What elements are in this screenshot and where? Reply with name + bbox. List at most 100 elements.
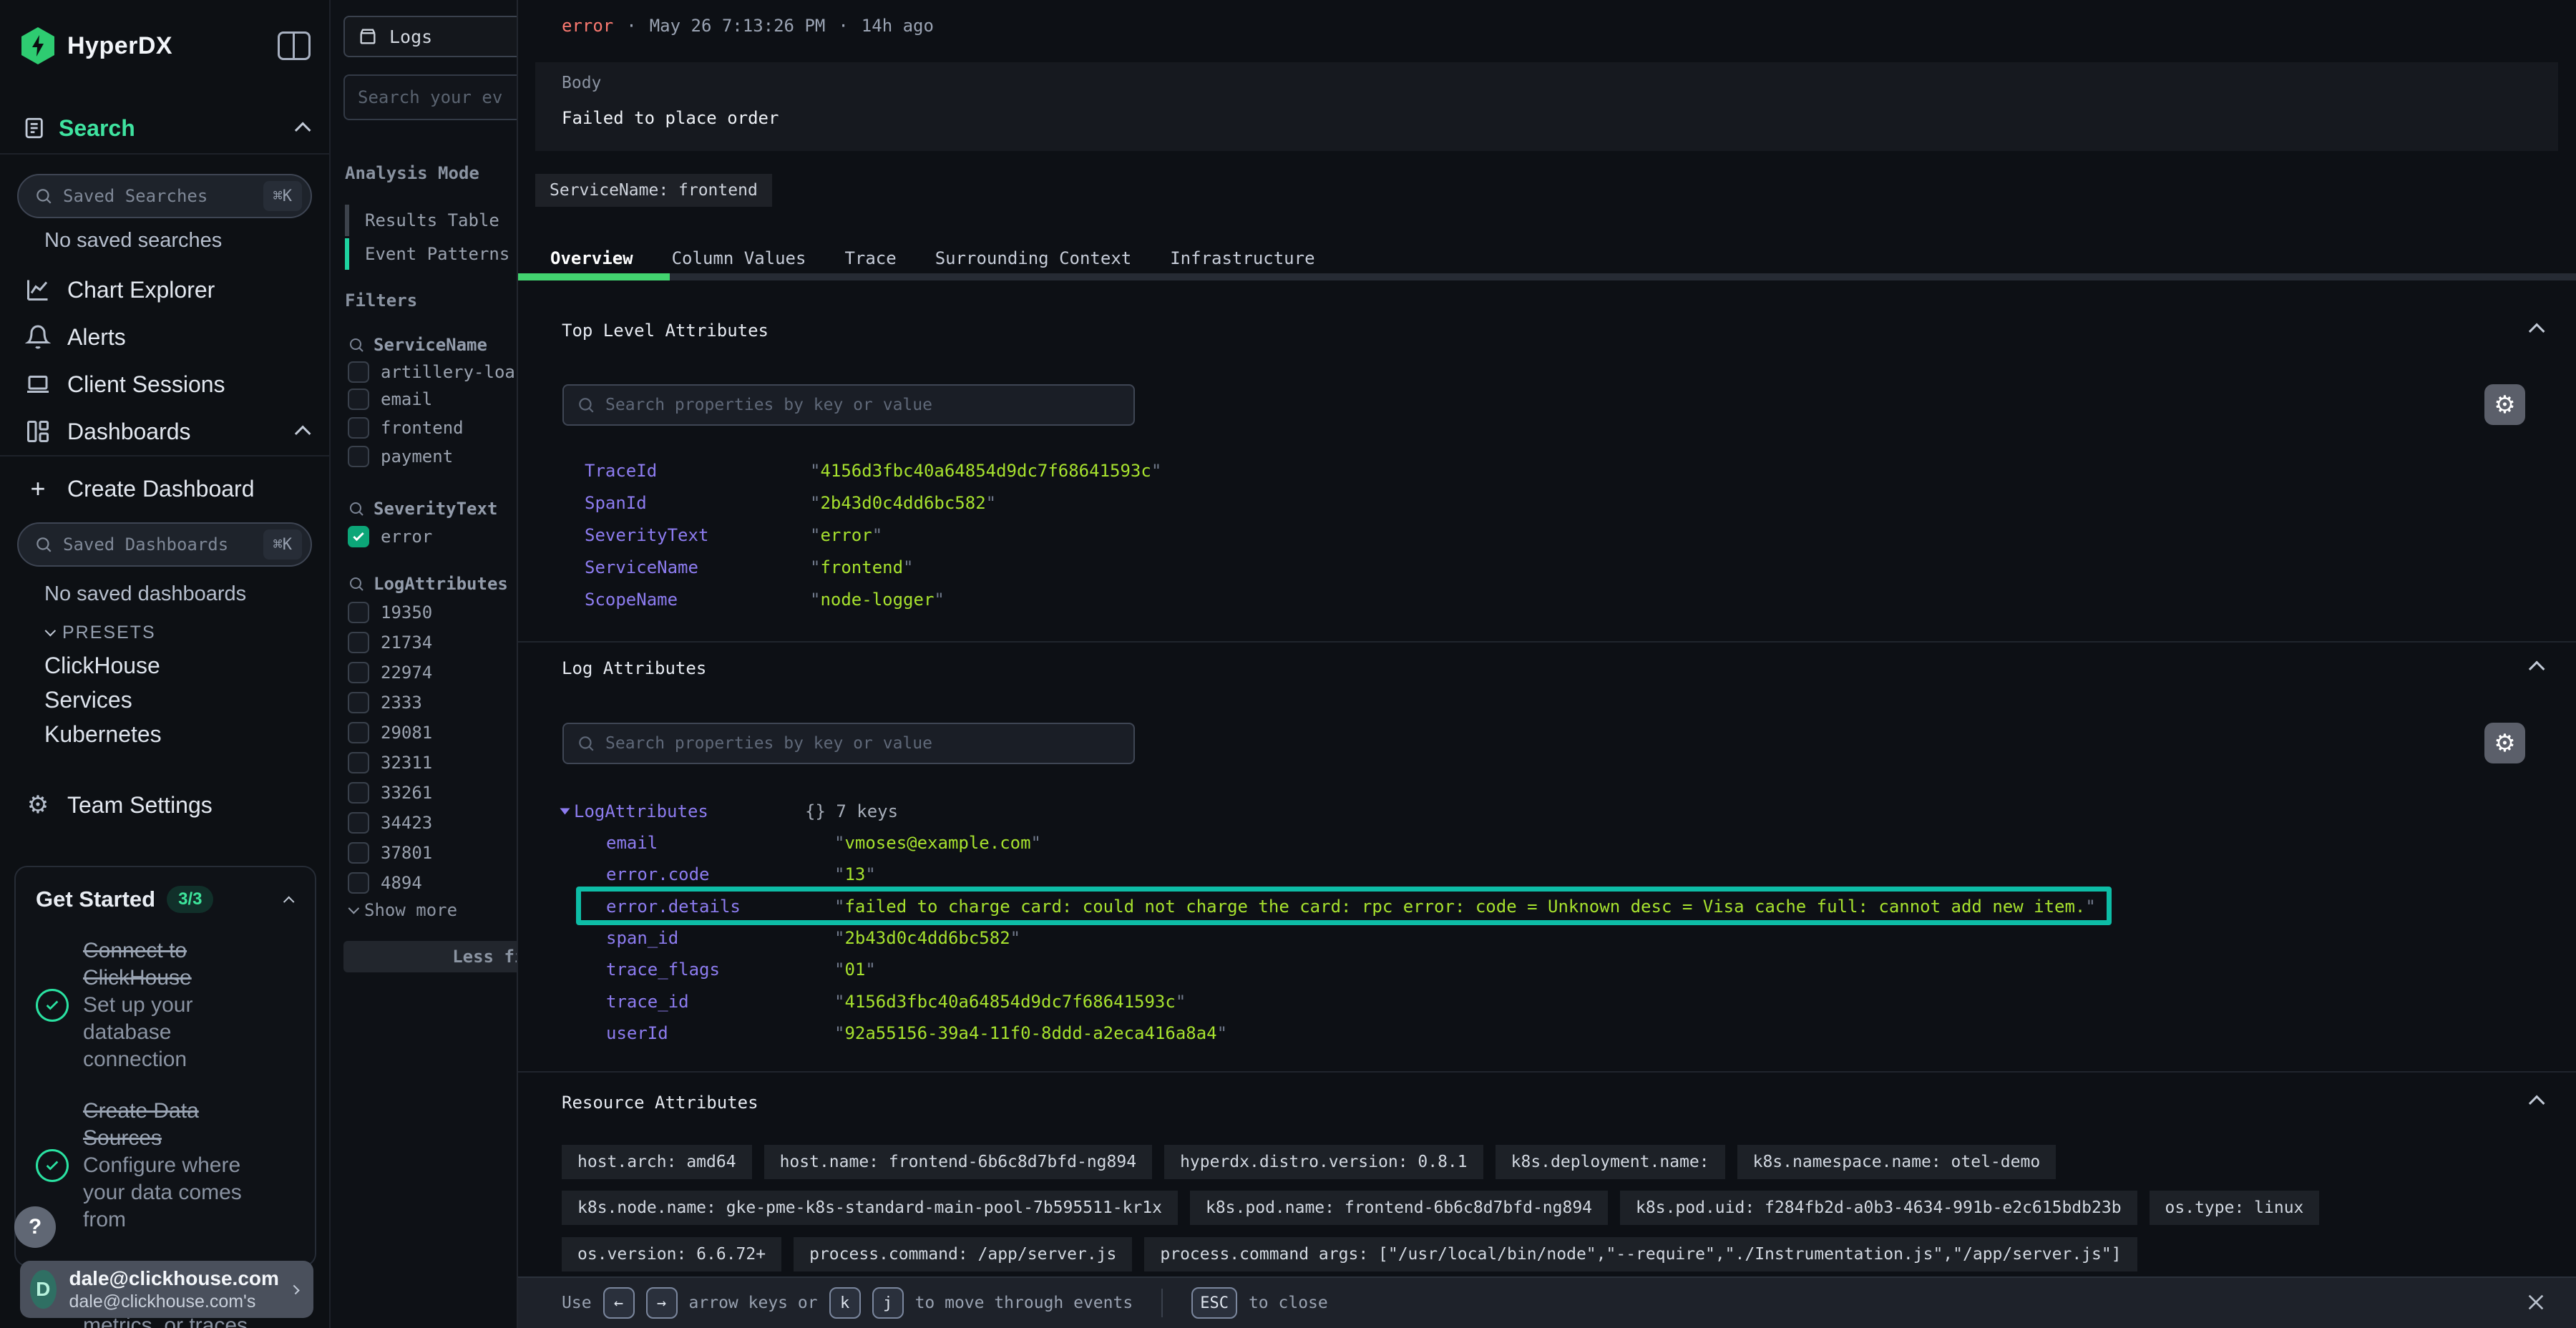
resource-chip[interactable]: process.command: /app/server.js xyxy=(794,1237,1132,1271)
attribute-value[interactable]: 01 xyxy=(834,960,876,980)
log-attributes-search-input[interactable] xyxy=(605,734,1121,753)
event-search-box[interactable] xyxy=(343,74,517,120)
checkbox[interactable] xyxy=(348,812,369,834)
checkbox[interactable] xyxy=(348,692,369,713)
attribute-key[interactable]: SpanId xyxy=(562,493,810,513)
filter-option[interactable]: 37801 xyxy=(348,839,432,867)
tab-surrounding-context[interactable]: Surrounding Context xyxy=(916,248,1151,268)
attribute-key[interactable]: error.code xyxy=(606,864,710,884)
attribute-value[interactable]: 4156d3fbc40a64854d9dc7f68641593c xyxy=(834,992,1186,1012)
collapse-sidebar-icon[interactable] xyxy=(278,31,311,60)
chevron-up-icon[interactable] xyxy=(295,426,311,442)
user-menu[interactable]: D dale@clickhouse.com dale@clickhouse.co… xyxy=(20,1261,313,1318)
tab-column-values[interactable]: Column Values xyxy=(653,248,826,268)
j-key[interactable]: j xyxy=(872,1287,904,1319)
resource-chip[interactable]: os.type: linux xyxy=(2150,1191,2320,1225)
preset-kubernetes-link[interactable]: Kubernetes xyxy=(44,718,162,750)
chevron-up-icon[interactable] xyxy=(295,122,311,139)
get-started-item[interactable]: Create Data Sources Configure where your… xyxy=(36,1098,295,1234)
close-icon[interactable] xyxy=(2524,1291,2547,1314)
filter-option[interactable]: email xyxy=(348,385,432,414)
checkbox[interactable] xyxy=(348,872,369,894)
chevron-up-icon[interactable] xyxy=(2529,1095,2545,1112)
attribute-key[interactable]: trace_flags xyxy=(606,960,720,980)
arrow-right-key[interactable]: → xyxy=(646,1287,678,1319)
attribute-key[interactable]: span_id xyxy=(606,928,678,948)
attribute-key[interactable]: userId xyxy=(606,1023,668,1043)
checkbox[interactable] xyxy=(348,752,369,773)
attribute-value[interactable]: frontend xyxy=(810,557,914,577)
checkbox[interactable] xyxy=(348,361,369,383)
resource-chip[interactable]: k8s.node.name: gke-pme-k8s-standard-main… xyxy=(562,1191,1178,1225)
checkbox[interactable] xyxy=(348,446,369,467)
filter-option[interactable]: frontend xyxy=(348,414,464,442)
filter-group-servicename[interactable]: ServiceName xyxy=(348,332,487,358)
source-selector-button[interactable]: Logs xyxy=(343,16,517,57)
resource-chip[interactable]: k8s.deployment.name: xyxy=(1496,1145,1725,1179)
attribute-key[interactable]: email xyxy=(606,833,658,853)
sidebar-item-dashboards[interactable]: Dashboards xyxy=(24,408,311,455)
resource-chip[interactable]: hyperdx.distro.version: 0.8.1 xyxy=(1164,1145,1483,1179)
filter-option[interactable]: 32311 xyxy=(348,748,432,777)
preset-services-link[interactable]: Services xyxy=(44,684,132,716)
service-tag[interactable]: ServiceName: frontend xyxy=(535,174,772,207)
sidebar-item-chart-explorer[interactable]: Chart Explorer xyxy=(24,266,311,313)
less-filters-button[interactable]: Less fil xyxy=(343,941,517,972)
top-level-search-input[interactable] xyxy=(605,396,1121,414)
filter-option[interactable]: 21734 xyxy=(348,628,432,657)
settings-gear-button[interactable]: ⚙ xyxy=(2484,384,2525,425)
mode-event-patterns[interactable]: Event Patterns xyxy=(345,238,509,270)
saved-dashboards-input[interactable]: ⌘K xyxy=(17,522,312,567)
chevron-up-icon[interactable] xyxy=(283,896,295,907)
checkbox[interactable] xyxy=(348,662,369,683)
create-dashboard-button[interactable]: + Create Dashboard xyxy=(24,472,311,505)
resource-chip[interactable]: os.version: 6.6.72+ xyxy=(562,1237,781,1271)
attribute-row[interactable]: SeverityTexterror xyxy=(562,519,2547,551)
get-started-header[interactable]: Get Started 3/3 xyxy=(36,886,295,913)
attribute-key[interactable]: TraceId xyxy=(562,461,810,481)
attribute-key[interactable]: error.details xyxy=(606,897,741,917)
saved-dashboards-field[interactable] xyxy=(63,534,253,555)
resource-chip[interactable]: process.command args: ["/usr/local/bin/n… xyxy=(1144,1237,2137,1271)
resource-chip[interactable]: k8s.pod.uid: f284fb2d-a0b3-4634-991b-e2c… xyxy=(1620,1191,2137,1225)
attribute-value[interactable]: failed to charge card: could not charge … xyxy=(834,897,2096,917)
filter-option[interactable]: 22974 xyxy=(348,658,432,687)
attribute-row[interactable]: ScopeNamenode-logger xyxy=(562,583,2547,615)
saved-searches-input[interactable]: ⌘K xyxy=(17,174,312,218)
filter-group-logattributes[interactable]: LogAttributes xyxy=(348,571,508,597)
filter-option[interactable]: 2333 xyxy=(348,688,422,717)
checkbox[interactable] xyxy=(348,722,369,743)
event-search-input[interactable] xyxy=(358,87,517,107)
presets-toggle[interactable]: PRESETS xyxy=(44,618,156,647)
attribute-row[interactable]: TraceId4156d3fbc40a64854d9dc7f68641593c xyxy=(562,454,2547,487)
attribute-value[interactable]: node-logger xyxy=(810,590,945,610)
attribute-key[interactable]: LogAttributes xyxy=(574,801,708,821)
settings-gear-button[interactable]: ⚙ xyxy=(2484,723,2525,763)
attribute-value[interactable]: 2b43d0c4dd6bc582 xyxy=(834,928,1020,948)
sidebar-item-team-settings[interactable]: ⚙ Team Settings xyxy=(24,786,311,824)
attribute-key[interactable]: trace_id xyxy=(606,992,689,1012)
checkbox[interactable] xyxy=(348,842,369,864)
attribute-row[interactable]: ServiceNamefrontend xyxy=(562,551,2547,583)
filter-option[interactable]: payment xyxy=(348,442,453,471)
show-more-toggle[interactable]: Show more xyxy=(348,896,457,924)
tab-overview[interactable]: Overview xyxy=(531,248,653,268)
attribute-value[interactable]: 92a55156-39a4-11f0-8ddd-a2eca416a8a4 xyxy=(834,1023,1227,1043)
filter-option[interactable]: 19350 xyxy=(348,598,432,627)
filter-option[interactable]: 33261 xyxy=(348,778,432,807)
chevron-up-icon[interactable] xyxy=(2529,661,2545,678)
tab-infrastructure[interactable]: Infrastructure xyxy=(1151,248,1334,268)
checkbox[interactable] xyxy=(348,602,369,623)
sidebar-item-client-sessions[interactable]: Client Sessions xyxy=(24,361,311,408)
sidebar-item-alerts[interactable]: Alerts xyxy=(24,313,311,361)
attribute-key[interactable]: ServiceName xyxy=(562,557,810,577)
resource-chip[interactable]: host.name: frontend-6b6c8d7bfd-ng894 xyxy=(764,1145,1153,1179)
attribute-value[interactable]: error xyxy=(810,525,882,545)
resource-chip[interactable]: k8s.pod.name: frontend-6b6c8d7bfd-ng894 xyxy=(1190,1191,1608,1225)
esc-key[interactable]: ESC xyxy=(1191,1287,1237,1319)
attribute-key[interactable]: SeverityText xyxy=(562,525,810,545)
filter-option[interactable]: 4894 xyxy=(348,869,422,897)
log-attributes-root[interactable]: LogAttributes {} 7 keys xyxy=(562,796,708,827)
filter-group-severitytext[interactable]: SeverityText xyxy=(348,496,497,522)
resource-chip[interactable]: k8s.namespace.name: otel-demo xyxy=(1737,1145,2057,1179)
